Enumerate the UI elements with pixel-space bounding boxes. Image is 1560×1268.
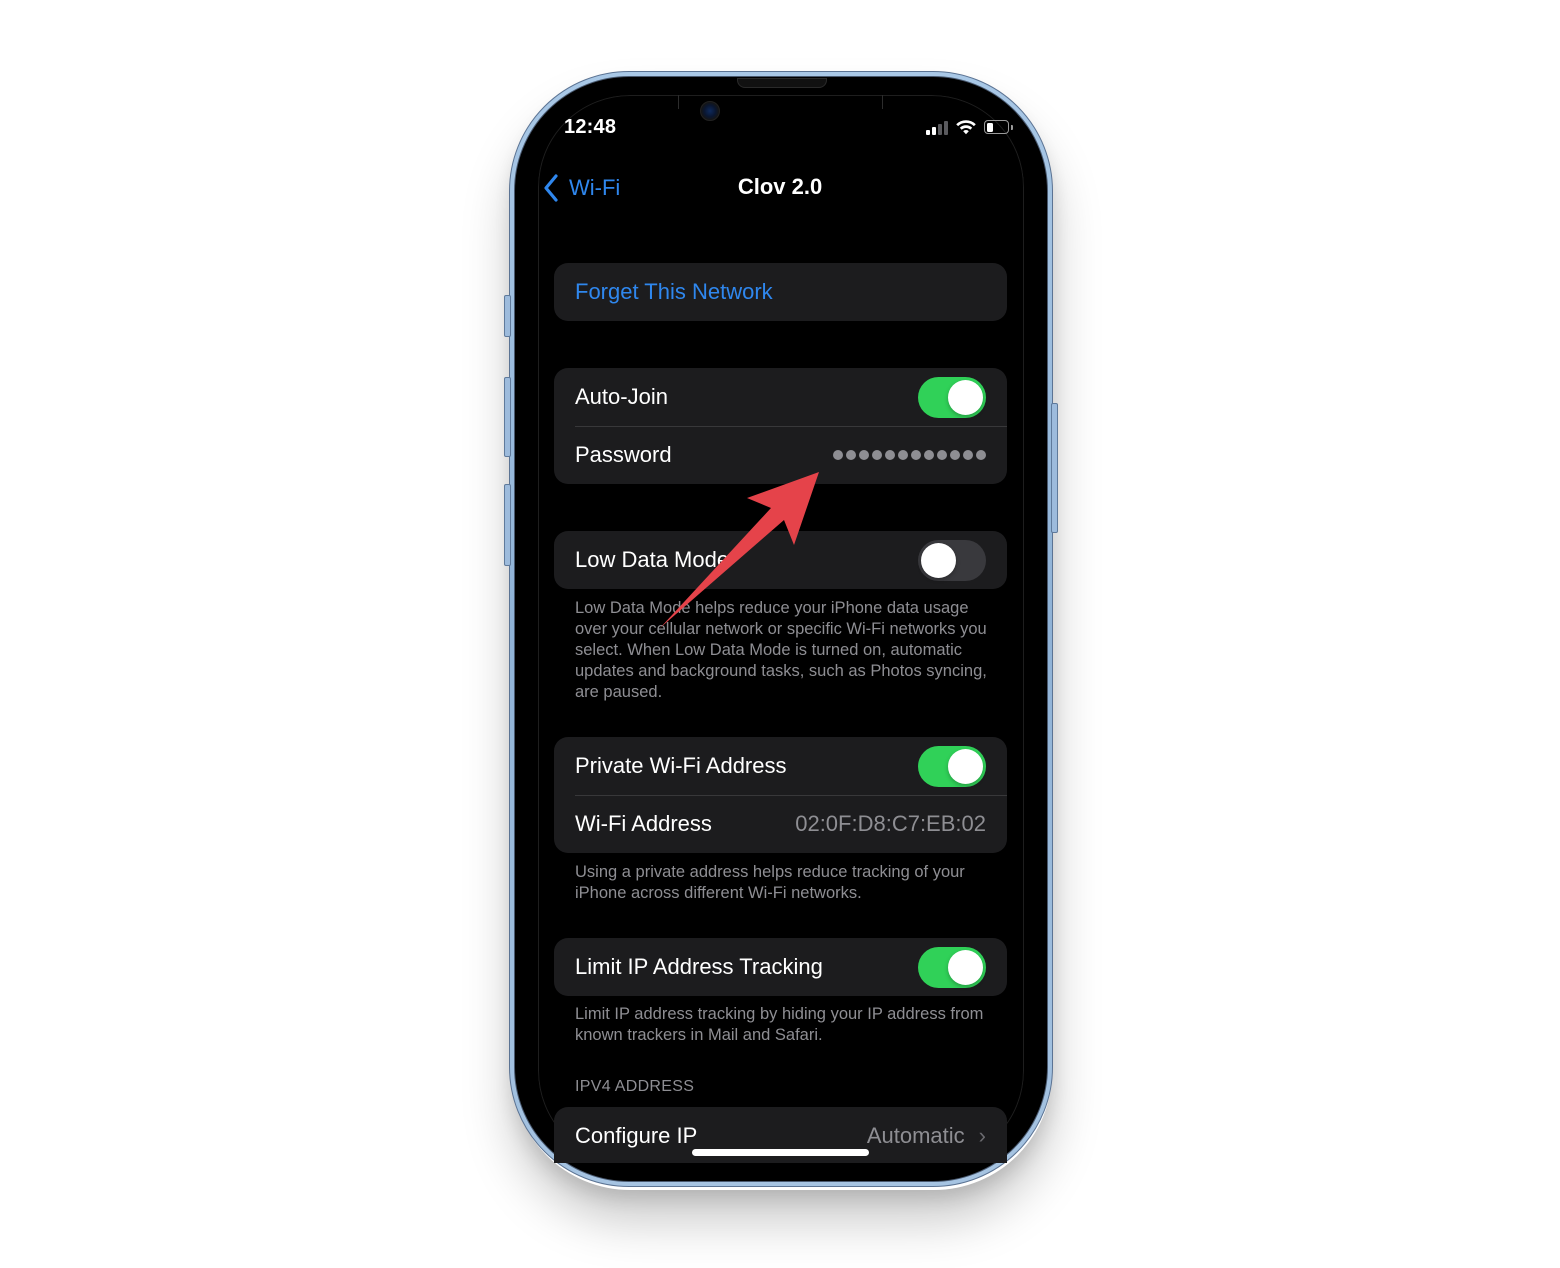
low-data-group: Low Data Mode bbox=[554, 531, 1007, 589]
private-address-row: Private Wi-Fi Address bbox=[554, 737, 1007, 795]
password-dot bbox=[937, 450, 947, 460]
cellular-signal-icon bbox=[926, 121, 950, 135]
toggle-knob bbox=[948, 949, 983, 985]
wifi-address-label: Wi-Fi Address bbox=[575, 811, 712, 836]
limit-ip-footer: Limit IP address tracking by hiding your… bbox=[575, 1005, 984, 1044]
password-value[interactable] bbox=[833, 450, 986, 460]
limit-ip-row: Limit IP Address Tracking bbox=[554, 938, 1007, 996]
toggle-knob bbox=[948, 379, 983, 415]
signal-bar bbox=[932, 127, 936, 135]
wifi-address-row: Wi-Fi Address 02:0F:D8:C7:EB:02 bbox=[554, 795, 1007, 853]
back-button[interactable]: Wi-Fi bbox=[543, 172, 620, 204]
forget-network-label: Forget This Network bbox=[575, 279, 773, 304]
auto-join-label: Auto-Join bbox=[575, 384, 668, 409]
toggle-knob bbox=[921, 542, 956, 578]
password-dot bbox=[898, 450, 908, 460]
join-group: Auto-Join Password bbox=[554, 368, 1007, 484]
password-label: Password bbox=[575, 442, 672, 467]
speaker-grille bbox=[737, 78, 827, 88]
signal-bar bbox=[938, 124, 942, 135]
forget-network-button[interactable]: Forget This Network bbox=[554, 263, 1007, 321]
power-button bbox=[1051, 403, 1058, 533]
password-dot bbox=[963, 450, 973, 460]
back-label: Wi-Fi bbox=[569, 175, 621, 200]
wifi-icon bbox=[956, 120, 976, 135]
screen-corner-mask bbox=[514, 1080, 1048, 1182]
password-dot bbox=[950, 450, 960, 460]
password-row[interactable]: Password bbox=[554, 426, 1007, 484]
low-data-label: Low Data Mode bbox=[575, 547, 730, 572]
private-address-group: Private Wi-Fi Address Wi-Fi Address 02:0… bbox=[554, 737, 1007, 853]
battery-level bbox=[986, 122, 994, 132]
limit-ip-toggle[interactable] bbox=[918, 946, 986, 988]
battery-icon bbox=[984, 120, 1009, 134]
mute-switch bbox=[504, 295, 511, 337]
chevron-left-icon bbox=[544, 174, 558, 202]
password-dot bbox=[833, 450, 843, 460]
private-address-label: Private Wi-Fi Address bbox=[575, 753, 787, 778]
auto-join-toggle[interactable] bbox=[918, 376, 986, 418]
private-address-toggle[interactable] bbox=[918, 745, 986, 787]
limit-ip-group: Limit IP Address Tracking bbox=[554, 938, 1007, 996]
low-data-toggle[interactable] bbox=[918, 539, 986, 581]
signal-bar bbox=[926, 130, 930, 135]
signal-bar bbox=[944, 121, 948, 135]
password-dot bbox=[872, 450, 882, 460]
home-indicator[interactable] bbox=[692, 1149, 869, 1156]
low-data-footer: Low Data Mode helps reduce your iPhone d… bbox=[575, 599, 987, 701]
password-dot bbox=[885, 450, 895, 460]
front-camera bbox=[700, 101, 720, 121]
volume-up-button bbox=[504, 377, 511, 457]
wifi-address-value: 02:0F:D8:C7:EB:02 bbox=[795, 811, 986, 836]
page-title: Clov 2.0 bbox=[737, 174, 823, 199]
low-data-row: Low Data Mode bbox=[554, 531, 1007, 589]
password-dot bbox=[924, 450, 934, 460]
auto-join-row: Auto-Join bbox=[554, 368, 1007, 426]
password-dot bbox=[911, 450, 921, 460]
password-dot bbox=[976, 450, 986, 460]
battery-cap bbox=[1011, 125, 1013, 130]
password-dot bbox=[846, 450, 856, 460]
forget-group: Forget This Network bbox=[554, 263, 1007, 321]
volume-down-button bbox=[504, 484, 511, 566]
limit-ip-label: Limit IP Address Tracking bbox=[575, 954, 823, 979]
toggle-knob bbox=[948, 748, 983, 784]
private-address-footer: Using a private address helps reduce tra… bbox=[575, 863, 965, 902]
status-time: 12:48 bbox=[564, 116, 617, 138]
password-dot bbox=[859, 450, 869, 460]
